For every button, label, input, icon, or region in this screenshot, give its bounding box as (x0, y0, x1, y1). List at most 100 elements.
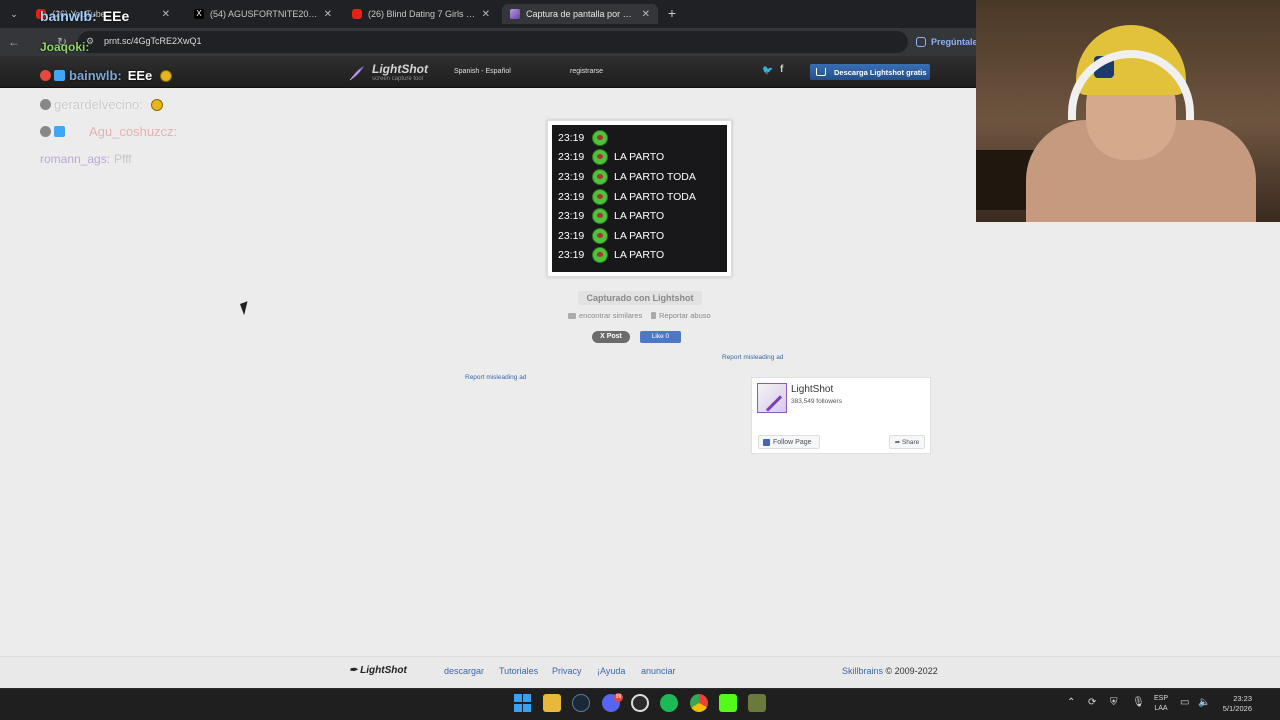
chat-username: bainwlb: (40, 8, 97, 24)
microphone-icon[interactable]: 🎙 (1132, 697, 1145, 708)
emote-icon (592, 227, 608, 244)
share-button[interactable]: ➦ Share (889, 435, 925, 449)
gemini-icon (916, 37, 926, 47)
footer-link-advertise[interactable]: anunciar (641, 666, 676, 676)
skillbrains-link[interactable]: Skillbrains (842, 666, 883, 676)
feather-icon: ✒ (349, 665, 361, 676)
lightshot-logo[interactable]: LightShot screen capture tool (348, 62, 438, 84)
youtube-icon (352, 9, 362, 19)
network-icon[interactable]: ▭ (1180, 697, 1189, 708)
row-time: 23:19 (558, 210, 585, 223)
chat-badge-icon (54, 126, 65, 137)
chat-overlay-line: Joaqoki: (40, 40, 89, 54)
row-time: 23:19 (558, 131, 585, 144)
chat-emote-icon (150, 98, 163, 111)
system-clock[interactable]: 23:23 5/1/2026 (1214, 694, 1252, 714)
language-select[interactable]: Spanish - Español (454, 68, 511, 75)
facebook-like-button[interactable]: Like 0 (640, 331, 681, 343)
ask-button[interactable]: Pregúntale (912, 33, 984, 51)
share-arrow-icon: ➦ (894, 439, 902, 446)
chat-message: Pfff (114, 152, 132, 166)
close-tab-icon[interactable]: ✕ (482, 9, 490, 20)
row-text: LA PARTO TODA (614, 190, 696, 203)
twitter-icon[interactable]: 🐦 (762, 65, 773, 76)
chat-badge-icon (54, 70, 65, 81)
chat-overlay-line: bainwlb: EEe (40, 8, 129, 24)
chat-row: 23:19 LA PARTO TODA (558, 187, 721, 207)
footer-link-tutorials[interactable]: Tutoriales (499, 666, 538, 676)
feather-logo-icon (349, 66, 364, 81)
footer-link-help[interactable]: ¡Ayuda (597, 666, 625, 676)
copyright-years: © 2009-2022 (885, 666, 938, 676)
page-avatar[interactable] (757, 383, 787, 413)
download-button-label: Descarga Lightshot gratis (834, 67, 927, 77)
volume-icon[interactable]: 🔈 (1198, 697, 1210, 708)
row-text: LA PARTO (614, 249, 665, 262)
x-logo-icon: X (194, 9, 204, 19)
chat-row: 23:19 LA PARTO (558, 246, 721, 266)
x-post-button[interactable]: X Post (592, 331, 630, 343)
new-tab-button[interactable]: + (664, 5, 680, 21)
report-misleading-ad-link[interactable]: Report misleading ad (465, 374, 526, 381)
file-explorer-icon[interactable] (543, 694, 561, 712)
back-arrow-icon[interactable]: ← (6, 34, 22, 50)
ask-button-label: Pregúntale (931, 37, 978, 47)
download-lightshot-button[interactable]: Descarga Lightshot gratis (810, 64, 930, 80)
shield-icon[interactable]: ⛨ (1110, 697, 1118, 708)
webcam-overlay (976, 0, 1280, 222)
mouse-cursor (240, 301, 252, 316)
chat-username: Joaqoki: (40, 40, 90, 54)
input-language[interactable]: ESP LAA (1152, 694, 1170, 714)
page-name[interactable]: LightShot (791, 384, 833, 395)
row-time: 23:19 (558, 190, 585, 203)
footer-link-download[interactable]: descargar (444, 666, 484, 676)
footer-logo-label: LightShot (360, 665, 407, 676)
chrome-icon[interactable] (690, 694, 708, 712)
tab-x-post[interactable]: X (54) AGUSFORTNITE2008 #P.R. ✕ (186, 4, 340, 24)
sync-icon[interactable]: ⟳ (1088, 697, 1096, 708)
share-button-label: Share (901, 439, 920, 446)
obs-icon[interactable] (631, 694, 649, 712)
follow-page-button[interactable]: Follow Page (758, 435, 820, 449)
row-time: 23:19 (558, 151, 585, 164)
layout-code: LAA (1154, 705, 1168, 712)
find-similar-label: encontrar similares (579, 311, 643, 320)
chat-row: 23:19 LA PARTO (558, 148, 721, 168)
app-icon[interactable] (748, 694, 766, 712)
kick-icon[interactable] (719, 694, 737, 712)
register-link[interactable]: registrarse (570, 68, 603, 75)
report-abuse-link[interactable]: Reportar abuso (651, 311, 711, 320)
tab-youtube-2[interactable]: (26) Blind Dating 7 Girls Before ✕ (344, 4, 498, 24)
chat-username: romann_ags: (40, 152, 111, 166)
url-text[interactable]: prnt.sc/4GgTcRE2XwQ1 (104, 36, 202, 46)
chat-overlay-line: Agu_coshuzcz: (40, 124, 177, 139)
close-tab-icon[interactable]: ✕ (642, 9, 650, 20)
download-icon (816, 68, 826, 76)
close-tab-icon[interactable]: ✕ (162, 9, 170, 20)
spotify-icon[interactable] (660, 694, 678, 712)
tab-search-chevron-icon[interactable]: ⌄ (6, 6, 22, 22)
tab-lightshot[interactable]: Captura de pantalla por Lightsh ✕ (502, 4, 658, 24)
camera-icon (568, 312, 576, 319)
footer-logo[interactable]: ✒ LightShot (349, 665, 407, 676)
emote-icon (592, 149, 608, 166)
facebook-icon[interactable]: f (780, 64, 783, 75)
screenshot-content: 23:19 23:19 LA PARTO 23:19 LA PARTO TODA 2… (552, 125, 727, 272)
chat-username: bainwlb: (69, 68, 122, 83)
find-similar-link[interactable]: encontrar similares (568, 311, 642, 320)
address-bar[interactable]: ⚙ prnt.sc/4GgTcRE2XwQ1 (78, 31, 908, 53)
tray-chevron-icon[interactable]: ⌃ (1067, 697, 1075, 708)
emote-icon (592, 188, 608, 205)
windows-start-icon[interactable] (514, 694, 532, 712)
logo-tagline: screen capture tool (372, 76, 424, 82)
chat-badge-icon (40, 70, 51, 81)
steam-icon[interactable] (572, 694, 590, 712)
chat-row: 23:19 LA PARTO (558, 226, 721, 246)
follower-count: 383,549 followers (791, 398, 842, 405)
close-tab-icon[interactable]: ✕ (324, 9, 332, 20)
screenshot-image[interactable]: 23:19 23:19 LA PARTO 23:19 LA PARTO TODA 2… (547, 120, 732, 277)
chat-badge-icon (40, 99, 51, 110)
footer-link-privacy[interactable]: Privacy (552, 666, 582, 676)
chat-row: 23:19 (558, 128, 721, 148)
report-misleading-ad-link[interactable]: Report misleading ad (722, 354, 783, 361)
